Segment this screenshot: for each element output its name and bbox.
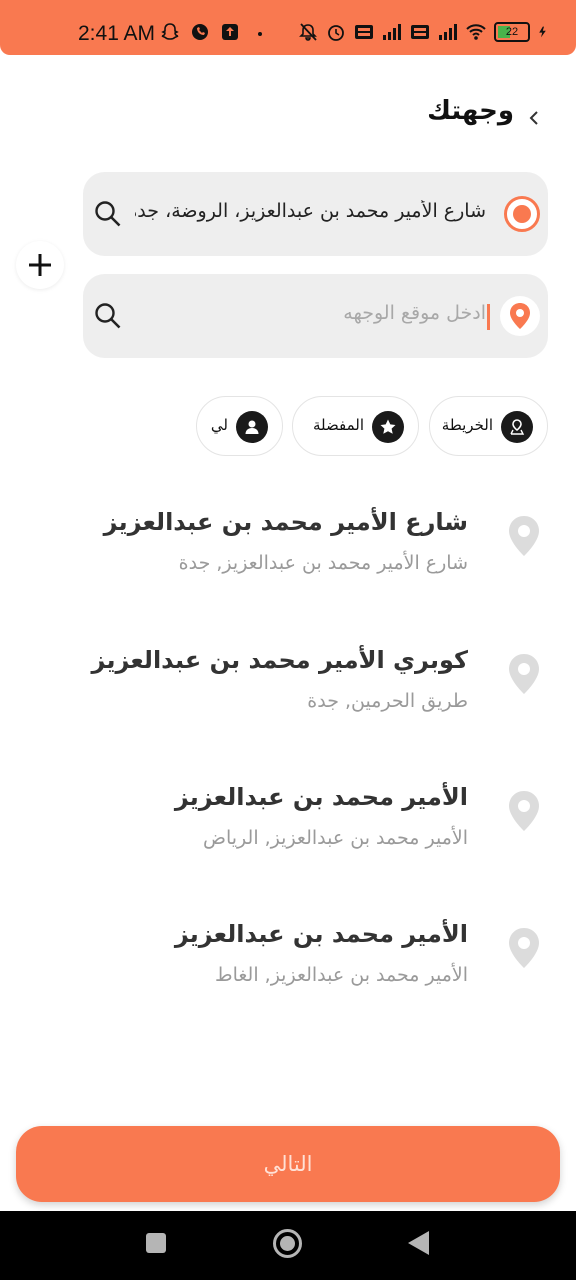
plus-icon xyxy=(29,254,51,276)
chip-favorites-label: المفضلة xyxy=(312,416,364,434)
origin-field[interactable]: شارع الأمير محمد بن عبدالعزيز، الروضة، ج… xyxy=(83,172,548,256)
home-icon[interactable] xyxy=(273,1229,302,1258)
result-title: شارع الأمير محمد بن عبدالعزيز xyxy=(103,508,468,536)
search-icon[interactable] xyxy=(93,301,123,331)
battery-icon: 22 xyxy=(494,22,530,42)
status-time: 2:41 AM xyxy=(78,22,156,45)
list-item[interactable]: الأمير محمد بن عبدالعزيز الأمير محمد بن … xyxy=(0,920,576,1030)
chip-map-label: الخريطة xyxy=(441,416,493,434)
whatsapp-icon xyxy=(192,24,208,40)
status-icons-left xyxy=(160,22,270,42)
result-subtitle: الأمير محمد بن عبدالعزيز, الغاط xyxy=(215,964,468,986)
battery-level: 22 xyxy=(505,26,519,38)
mute-icon xyxy=(299,23,317,41)
add-stop-button[interactable] xyxy=(16,241,64,289)
chip-mine-label: لي xyxy=(210,416,228,434)
destination-field[interactable]: ادخل موقع الوجهه xyxy=(83,274,548,358)
chip-map[interactable]: الخريطة xyxy=(429,396,548,456)
origin-marker-icon xyxy=(504,196,540,232)
next-button-label: التالي xyxy=(263,1153,313,1176)
location-pin-icon xyxy=(509,791,539,831)
recents-icon[interactable] xyxy=(146,1233,166,1253)
dot-icon xyxy=(258,32,262,36)
alarm-icon xyxy=(328,25,344,41)
search-icon[interactable] xyxy=(93,199,123,229)
snapchat-icon xyxy=(161,23,179,40)
chip-mine[interactable]: لي xyxy=(196,396,283,456)
upload-icon xyxy=(222,24,238,40)
star-icon xyxy=(372,411,404,443)
signal-icon xyxy=(439,24,457,40)
volte-icon xyxy=(355,25,373,39)
result-title: الأمير محمد بن عبدالعزيز xyxy=(174,920,468,948)
result-subtitle: الأمير محمد بن عبدالعزيز, الرياض xyxy=(203,827,468,849)
text-caret xyxy=(487,304,490,330)
charging-icon xyxy=(539,26,546,38)
map-pin-icon xyxy=(501,411,533,443)
back-chevron-icon[interactable] xyxy=(524,106,544,130)
next-button[interactable]: التالي xyxy=(16,1126,560,1202)
result-subtitle: شارع الأمير محمد بن عبدالعزيز, جدة xyxy=(178,552,468,574)
destination-marker xyxy=(500,296,540,336)
volte-icon xyxy=(411,25,429,39)
destination-input[interactable]: ادخل موقع الوجهه xyxy=(135,302,486,324)
back-icon[interactable] xyxy=(408,1231,429,1255)
chip-favorites[interactable]: المفضلة xyxy=(292,396,419,456)
system-nav-bar xyxy=(0,1211,576,1280)
result-title: كوبري الأمير محمد بن عبدالعزيز xyxy=(91,646,468,674)
signal-icon xyxy=(383,24,401,40)
status-icons-right: 22 xyxy=(298,22,550,42)
location-pin-icon xyxy=(509,516,539,556)
result-subtitle: طريق الحرمين, جدة xyxy=(307,690,468,712)
list-item[interactable]: شارع الأمير محمد بن عبدالعزيز شارع الأمي… xyxy=(0,508,576,618)
page-title: وجهتك xyxy=(427,96,514,126)
wifi-icon xyxy=(466,24,486,40)
list-item[interactable]: كوبري الأمير محمد بن عبدالعزيز طريق الحر… xyxy=(0,646,576,756)
map-pin-icon xyxy=(510,303,530,329)
person-icon xyxy=(236,411,268,443)
location-pin-icon xyxy=(509,654,539,694)
status-bar: 2:41 AM 22 xyxy=(0,0,576,55)
origin-value[interactable]: شارع الأمير محمد بن عبدالعزيز، الروضة، ج… xyxy=(135,200,486,222)
location-pin-icon xyxy=(509,928,539,968)
result-title: الأمير محمد بن عبدالعزيز xyxy=(174,783,468,811)
list-item[interactable]: الأمير محمد بن عبدالعزيز الأمير محمد بن … xyxy=(0,783,576,893)
